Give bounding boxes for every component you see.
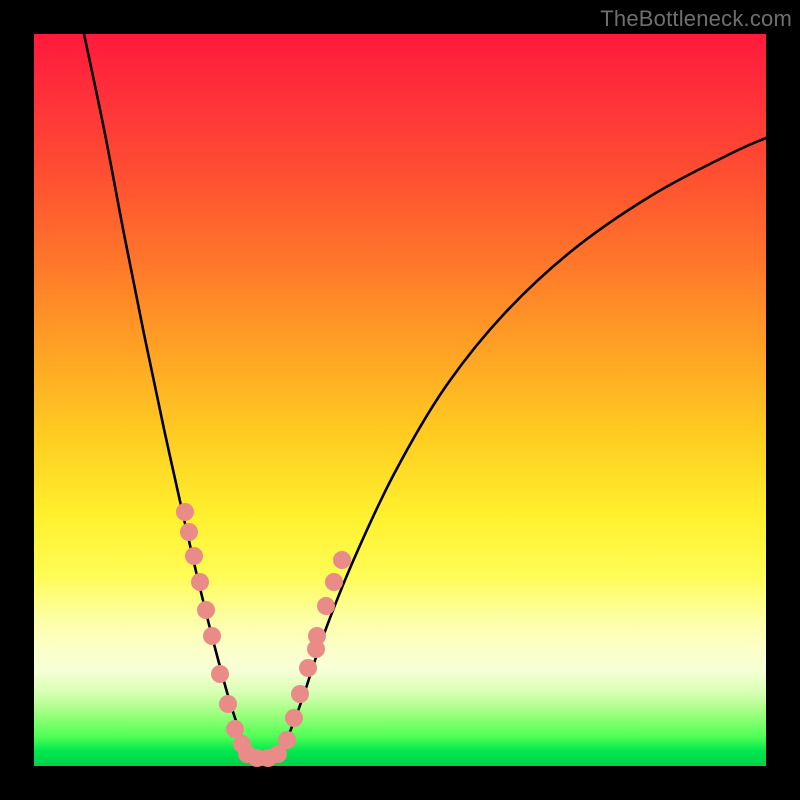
highlight-dot [299,659,317,677]
curve-layer [34,34,766,766]
highlight-dot [203,627,221,645]
highlight-dot [307,640,325,658]
highlight-dot [317,597,335,615]
plot-area [34,34,766,766]
highlight-dot [180,523,198,541]
highlight-dot [285,709,303,727]
highlight-dot [197,601,215,619]
highlight-dot [333,551,351,569]
curve-left-branch [84,34,249,754]
highlight-dot [278,731,296,749]
chart-frame: TheBottleneck.com [0,0,800,800]
watermark-text: TheBottleneck.com [600,6,792,32]
highlight-dot [191,573,209,591]
highlight-dots-group [176,503,351,767]
curve-right-branch [279,138,766,754]
highlight-dot [325,573,343,591]
highlight-dot [211,665,229,683]
highlight-dot [176,503,194,521]
highlight-dot [185,547,203,565]
highlight-dot [291,685,309,703]
highlight-dot [219,695,237,713]
